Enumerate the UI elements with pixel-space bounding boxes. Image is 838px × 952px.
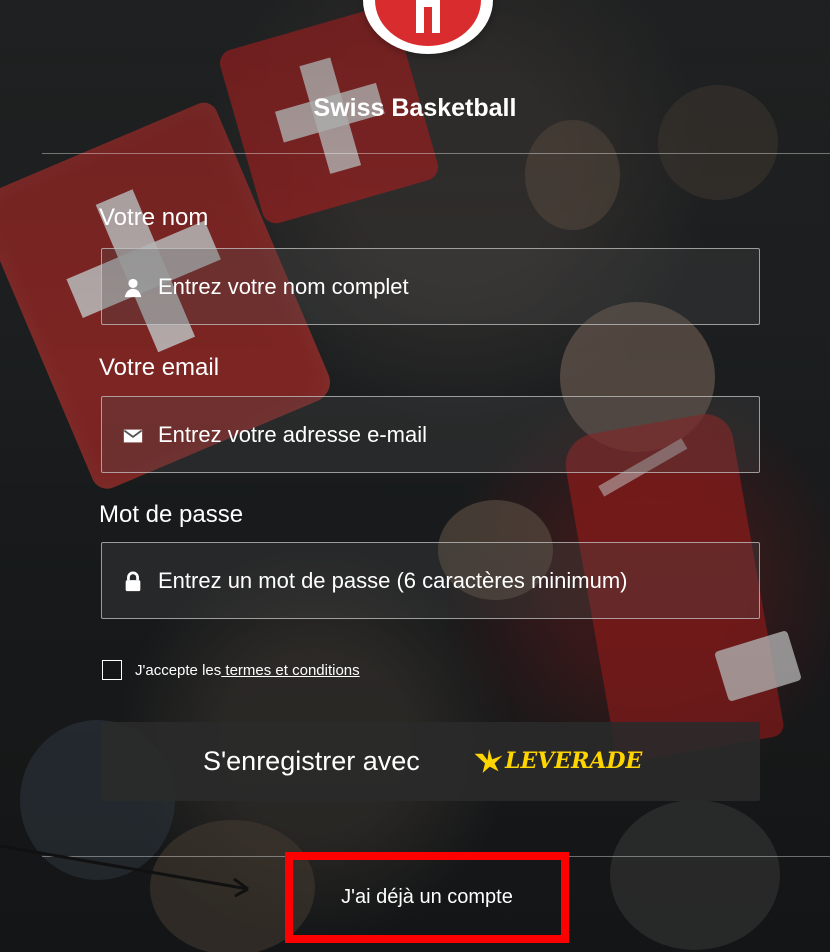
terms-checkbox[interactable]	[102, 660, 122, 680]
registration-screen: Swiss Basketball Votre nom Votre email M…	[0, 0, 838, 952]
basketball-logo-mark	[416, 0, 440, 33]
page-title: Swiss Basketball	[313, 94, 517, 122]
password-input-box[interactable]	[101, 542, 760, 619]
terms-text: J'accepte les termes et conditions	[135, 662, 360, 679]
email-input[interactable]	[158, 414, 748, 456]
background-overlay	[0, 0, 830, 952]
existing-account-button[interactable]: J'ai déjà un compte	[285, 852, 569, 943]
name-input-box[interactable]	[101, 248, 760, 325]
leverade-brand-text: LEVERADE	[505, 748, 643, 774]
leverade-star-icon	[474, 749, 503, 773]
top-divider	[42, 153, 830, 154]
register-button-label: S'enregistrer avec	[203, 746, 420, 776]
email-input-box[interactable]	[101, 396, 760, 473]
password-label: Mot de passe	[99, 501, 244, 528]
email-label: Votre email	[99, 354, 220, 381]
registration-panel: Swiss Basketball Votre nom Votre email M…	[0, 0, 830, 952]
user-icon	[124, 278, 142, 298]
name-label: Votre nom	[99, 204, 209, 231]
terms-prefix: J'accepte les	[135, 662, 222, 679]
register-with-leverade-button[interactable]: S'enregistrer avec LEVERADE	[101, 722, 760, 801]
envelope-icon	[123, 429, 143, 443]
password-input[interactable]	[158, 560, 748, 602]
terms-link[interactable]: termes et conditions	[221, 662, 359, 679]
lock-icon	[125, 571, 141, 592]
name-input[interactable]	[158, 266, 748, 308]
